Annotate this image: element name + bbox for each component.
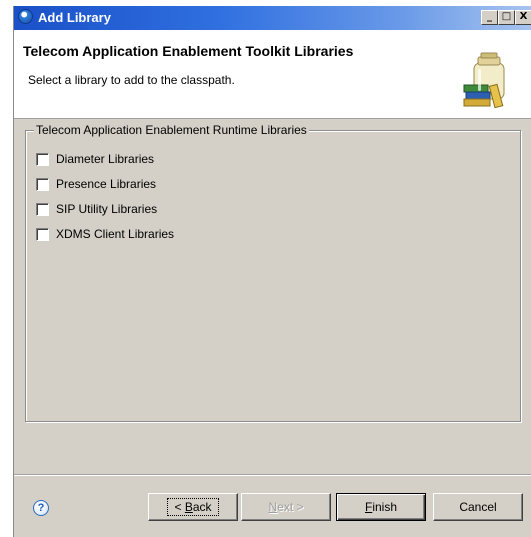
help-icon[interactable]: ?	[33, 500, 49, 516]
window-controls: _ □ X	[481, 10, 531, 25]
page-description: Select a library to add to the classpath…	[28, 73, 235, 87]
presence-checkbox[interactable]	[36, 177, 49, 191]
next-mnemonic: N	[268, 500, 278, 514]
group-label: Telecom Application Enablement Runtime L…	[34, 123, 309, 137]
finish-rest: inish	[372, 500, 398, 514]
page-title: Telecom Application Enablement Toolkit L…	[23, 43, 354, 59]
back-button-label: < Back	[167, 498, 219, 516]
next-button[interactable]: Next >	[241, 493, 331, 521]
title-bar[interactable]: Add Library _ □ X	[14, 6, 531, 30]
library-item-sip-utility[interactable]: SIP Utility Libraries	[36, 202, 157, 216]
sip-utility-checkbox[interactable]	[36, 202, 49, 216]
library-label: XDMS Client Libraries	[56, 227, 175, 241]
eclipse-icon	[18, 9, 33, 24]
library-label: Presence Libraries	[56, 177, 157, 191]
window-title: Add Library	[38, 10, 111, 25]
add-library-dialog: Add Library _ □ X Telecom Application En…	[13, 6, 531, 537]
back-rest: ack	[192, 500, 212, 514]
runtime-libraries-group: Telecom Application Enablement Runtime L…	[25, 123, 521, 422]
library-label: SIP Utility Libraries	[56, 202, 158, 216]
back-mnemonic: B	[184, 500, 193, 514]
library-label: Diameter Libraries	[56, 152, 155, 166]
library-item-xdms-client[interactable]: XDMS Client Libraries	[36, 227, 174, 241]
back-prefix: <	[174, 500, 185, 514]
back-button[interactable]: < Back	[148, 493, 238, 521]
maximize-button[interactable]: □	[498, 10, 515, 25]
button-bar-separator	[14, 474, 531, 476]
library-item-presence[interactable]: Presence Libraries	[36, 177, 156, 191]
minimize-button[interactable]: _	[481, 10, 498, 25]
next-rest: ext >	[277, 500, 304, 514]
diameter-checkbox[interactable]	[36, 152, 49, 166]
cancel-button[interactable]: Cancel	[433, 493, 523, 521]
library-jar-icon	[463, 52, 505, 109]
close-button[interactable]: X	[515, 10, 531, 25]
xdms-client-checkbox[interactable]	[36, 227, 49, 241]
wizard-header: Telecom Application Enablement Toolkit L…	[14, 30, 531, 119]
library-item-diameter[interactable]: Diameter Libraries	[36, 152, 154, 166]
finish-button[interactable]: Finish	[336, 493, 426, 521]
